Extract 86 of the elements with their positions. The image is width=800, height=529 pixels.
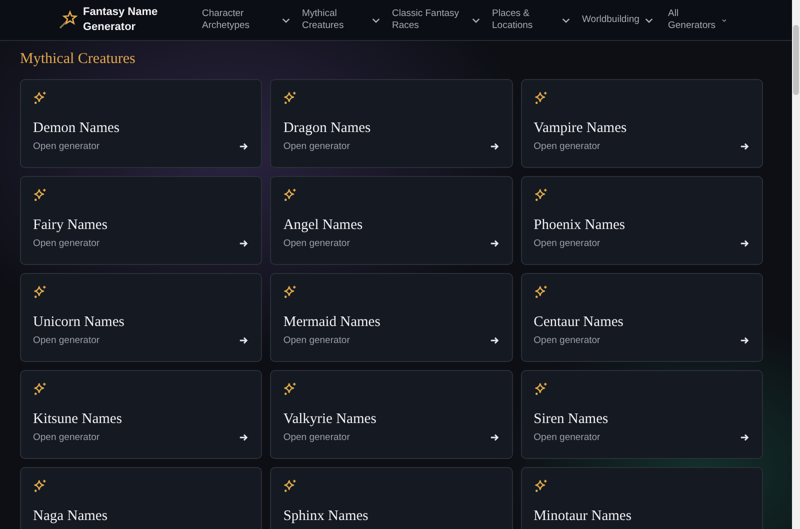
card-subtitle: Open generator	[283, 238, 350, 249]
generator-card[interactable]: Mermaid Names Open generator	[270, 273, 513, 362]
arrow-right-icon	[740, 336, 749, 345]
card-title: Phoenix Names	[534, 217, 626, 234]
sparkles-icon	[283, 479, 298, 493]
chevron-down-icon	[562, 18, 570, 22]
nav-menu-item[interactable]: Worldbuilding	[580, 8, 666, 32]
generator-card[interactable]: Valkyrie Names Open generator	[270, 370, 513, 459]
generator-card[interactable]: Sphinx Names	[270, 467, 513, 529]
arrow-right-icon	[490, 433, 499, 442]
sparkles-icon	[534, 285, 548, 299]
card-subtitle: Open generator	[534, 432, 600, 443]
chevron-down-icon	[372, 18, 380, 22]
arrow-right-icon	[490, 336, 499, 345]
sparkles-icon	[534, 91, 548, 105]
chevron-down-icon	[722, 18, 726, 22]
sparkles-icon	[283, 91, 298, 105]
arrow-right-icon	[740, 239, 749, 248]
card-subtitle: Open generator	[33, 238, 100, 249]
card-title: Sphinx Names	[283, 508, 370, 525]
nav-menu-item[interactable]: Classic Fantasy Races	[390, 8, 490, 32]
sparkles-icon	[283, 188, 298, 202]
generator-card[interactable]: Angel Names Open generator	[270, 176, 513, 265]
arrow-right-icon	[239, 142, 248, 151]
generator-card[interactable]: Kitsune Names Open generator	[20, 370, 262, 459]
sparkles-icon	[534, 382, 548, 396]
card-title: Vampire Names	[534, 120, 628, 137]
card-subtitle: Open generator	[283, 335, 350, 346]
card-subtitle: Open generator	[33, 141, 100, 152]
generator-card[interactable]: Phoenix Names Open generator	[520, 176, 763, 265]
card-title: Angel Names	[283, 217, 364, 234]
card-title: Centaur Names	[534, 314, 624, 331]
generator-card[interactable]: Dragon Names Open generator	[270, 79, 513, 168]
sparkles-icon	[33, 479, 47, 493]
card-subtitle: Open generator	[283, 141, 350, 152]
scrollbar[interactable]	[792, 0, 800, 529]
card-subtitle: Open generator	[283, 432, 350, 443]
sparkles-icon	[33, 382, 47, 396]
generator-card[interactable]: Minotaur Names	[520, 467, 763, 529]
generator-card[interactable]: Vampire Names Open generator	[520, 79, 763, 168]
sparkles-icon	[33, 188, 47, 202]
card-subtitle: Open generator	[534, 335, 600, 346]
arrow-right-icon	[239, 433, 248, 442]
card-subtitle: Open generator	[534, 238, 600, 249]
sparkles-icon	[33, 285, 47, 299]
chevron-down-icon	[472, 18, 480, 22]
card-title: Mermaid Names	[283, 314, 382, 331]
arrow-right-icon	[740, 433, 749, 442]
generator-card[interactable]: Demon Names Open generator	[20, 79, 262, 168]
sparkles-icon	[534, 188, 548, 202]
nav-menu-item[interactable]: Mythical Creatures	[300, 8, 390, 32]
magic-wand-icon	[58, 10, 78, 30]
generator-card[interactable]: Centaur Names Open generator	[520, 273, 763, 362]
arrow-right-icon	[239, 336, 248, 345]
card-title: Unicorn Names	[33, 314, 126, 331]
sparkles-icon	[534, 479, 548, 493]
card-title: Demon Names	[33, 120, 121, 137]
sparkles-icon	[283, 382, 298, 396]
card-title: Naga Names	[33, 508, 108, 525]
nav-menu-item[interactable]: Places & Locations	[490, 8, 580, 32]
card-subtitle: Open generator	[534, 141, 600, 152]
nav-menu-item[interactable]: All Generators	[666, 8, 736, 32]
card-title: Minotaur Names	[534, 508, 633, 525]
generator-card[interactable]: Naga Names	[20, 467, 262, 529]
card-title: Dragon Names	[283, 120, 372, 137]
card-title: Valkyrie Names	[283, 411, 378, 428]
card-title: Kitsune Names	[33, 411, 123, 428]
chevron-down-icon	[645, 18, 654, 22]
generator-card[interactable]: Siren Names Open generator	[520, 370, 763, 459]
site-logo-link[interactable]: Fantasy Name Generator	[83, 5, 165, 35]
card-title: Siren Names	[534, 411, 610, 428]
scrollbar-thumb[interactable]	[793, 25, 799, 95]
chevron-down-icon	[282, 18, 290, 22]
arrow-right-icon	[239, 239, 248, 248]
arrow-right-icon	[490, 142, 499, 151]
card-subtitle: Open generator	[33, 335, 100, 346]
generator-card[interactable]: Fairy Names Open generator	[20, 176, 262, 265]
card-title: Fairy Names	[33, 217, 108, 234]
arrow-right-icon	[490, 239, 499, 248]
sparkles-icon	[283, 285, 298, 299]
section-heading: Mythical Creatures	[20, 51, 136, 68]
card-subtitle: Open generator	[33, 432, 100, 443]
nav-menu-item[interactable]: Character Archetypes	[200, 8, 300, 32]
sparkles-icon	[33, 91, 47, 105]
arrow-right-icon	[740, 142, 749, 151]
generator-card[interactable]: Unicorn Names Open generator	[20, 273, 262, 362]
